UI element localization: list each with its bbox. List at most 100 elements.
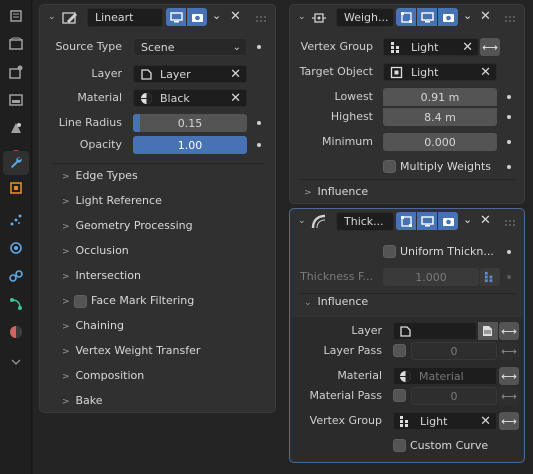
- section-chaining[interactable]: > Chaining: [62, 319, 124, 332]
- clear-vertex-group-close-icon[interactable]: ✕: [462, 40, 478, 55]
- render-toggle[interactable]: [438, 212, 458, 230]
- thickness-header[interactable]: ⌄ Thick... ⌄ ✕: [290, 209, 524, 235]
- invert-arrows-icon: ⟷: [482, 40, 498, 54]
- line-radius-slider[interactable]: 0.15: [133, 114, 247, 132]
- output-tab[interactable]: [3, 60, 29, 84]
- section-composition[interactable]: > Composition: [62, 369, 144, 382]
- edit-mode-toggle[interactable]: [396, 8, 416, 26]
- minimum-field[interactable]: 0.000: [383, 133, 497, 151]
- clear-material-close-icon[interactable]: ✕: [230, 91, 246, 106]
- realtime-toggle[interactable]: [417, 8, 437, 26]
- influence-layer-field[interactable]: [393, 322, 477, 340]
- invert-layer-pass-toggle[interactable]: ⟷: [499, 342, 519, 360]
- section-edge-types[interactable]: > Edge Types: [62, 169, 138, 182]
- animate-property-dot[interactable]: [257, 121, 261, 125]
- animate-property-dot[interactable]: [257, 143, 261, 147]
- section-face-mark-filtering[interactable]: >: [62, 294, 72, 307]
- uniform-thickness-checkbox[interactable]: [383, 245, 396, 258]
- view-layer-tab[interactable]: [3, 88, 29, 112]
- opacity-slider[interactable]: 1.00: [133, 136, 247, 154]
- object-tab[interactable]: [3, 176, 29, 200]
- clear-vertex-group-close-icon[interactable]: ✕: [480, 414, 496, 429]
- animate-property-dot[interactable]: [507, 250, 511, 254]
- animate-property-dot[interactable]: [507, 275, 511, 279]
- scene-tab[interactable]: [3, 116, 29, 140]
- animate-property-dot[interactable]: [507, 95, 511, 99]
- thickness-factor-driver-toggle[interactable]: [480, 268, 500, 286]
- invert-layer-toggle[interactable]: ⟷: [499, 322, 519, 340]
- section-intersection[interactable]: > Intersection: [62, 269, 141, 282]
- layer-pass-checkbox[interactable]: [393, 344, 406, 357]
- edit-mode-toggle[interactable]: [396, 212, 416, 230]
- clear-target-close-icon[interactable]: ✕: [480, 65, 496, 80]
- modifier-menu-chevron-icon[interactable]: ⌄: [463, 9, 472, 22]
- vertex-group-icon: [391, 41, 399, 53]
- realtime-toggle[interactable]: [417, 212, 437, 230]
- vertex-group-field[interactable]: Light ✕: [383, 38, 479, 56]
- thickness-factor-field[interactable]: 1.000: [383, 268, 479, 286]
- invert-vertex-group-toggle[interactable]: ⟷: [499, 412, 519, 430]
- remove-modifier-close-icon[interactable]: ✕: [230, 9, 241, 24]
- material-tab[interactable]: [3, 320, 29, 344]
- multiply-weights-checkbox[interactable]: [383, 160, 396, 173]
- layer-pass-field[interactable]: 0: [411, 342, 497, 360]
- target-object-field[interactable]: Light ✕: [383, 63, 497, 81]
- lineart-header[interactable]: ⌄ Lineart ⌄ ✕: [40, 5, 275, 31]
- custom-curve-checkbox[interactable]: [393, 439, 406, 452]
- invert-material-toggle[interactable]: ⟷: [499, 367, 519, 385]
- chevron-right-icon: >: [62, 197, 70, 207]
- invert-material-pass-toggle[interactable]: ⟷: [499, 387, 519, 405]
- source-type-dropdown[interactable]: Scene ⌄: [133, 38, 247, 56]
- particles-tab[interactable]: [3, 208, 29, 232]
- invert-vertex-group-toggle[interactable]: ⟷: [480, 38, 500, 56]
- section-vertex-weight-transfer[interactable]: > Vertex Weight Transfer: [62, 344, 200, 357]
- section-light-reference[interactable]: > Light Reference: [62, 194, 162, 207]
- more-tabs[interactable]: [3, 350, 29, 374]
- render-tab[interactable]: [3, 32, 29, 56]
- animate-property-dot[interactable]: [507, 140, 511, 144]
- animate-property-dot[interactable]: [507, 165, 511, 169]
- drag-handle-icon[interactable]: [504, 15, 516, 23]
- physics-tab[interactable]: [3, 236, 29, 260]
- weight-header[interactable]: ⌄ Weigh... ⌄ ✕: [290, 5, 524, 31]
- influence-vertex-group-field[interactable]: Light ✕: [393, 412, 497, 430]
- drag-handle-icon[interactable]: [255, 15, 267, 23]
- invert-arrows-icon: ⟷: [501, 414, 517, 428]
- section-influence[interactable]: ⌄ Influence: [304, 295, 368, 308]
- animate-property-dot[interactable]: [507, 115, 511, 119]
- render-toggle[interactable]: [438, 8, 458, 26]
- animate-property-dot[interactable]: [257, 45, 261, 49]
- section-occlusion[interactable]: > Occlusion: [62, 244, 129, 257]
- remove-modifier-close-icon[interactable]: ✕: [480, 213, 491, 228]
- material-field[interactable]: Black ✕: [133, 89, 247, 107]
- layer-filter-toggle[interactable]: [478, 322, 498, 340]
- material-pass-checkbox[interactable]: [393, 389, 406, 402]
- face-mark-filtering-checkbox[interactable]: [74, 295, 87, 308]
- influence-material-field[interactable]: Material: [393, 367, 497, 385]
- collapse-chevron-icon[interactable]: ⌄: [298, 216, 306, 226]
- material-pass-field[interactable]: 0: [411, 387, 497, 405]
- section-influence[interactable]: > Influence: [304, 185, 368, 198]
- modifier-tab[interactable]: [3, 151, 29, 175]
- tool-tab[interactable]: [3, 4, 29, 28]
- modifier-name-input[interactable]: Thick...: [336, 212, 394, 231]
- remove-modifier-close-icon[interactable]: ✕: [480, 9, 491, 24]
- realtime-toggle[interactable]: [166, 8, 186, 26]
- data-tab[interactable]: [3, 292, 29, 316]
- render-toggle[interactable]: [187, 8, 207, 26]
- modifier-menu-chevron-icon[interactable]: ⌄: [463, 213, 472, 226]
- constraints-tab[interactable]: [3, 264, 29, 288]
- modifier-name-input[interactable]: Lineart: [87, 8, 163, 27]
- collapse-chevron-icon[interactable]: ⌄: [298, 12, 306, 22]
- collapse-chevron-icon[interactable]: ⌄: [48, 12, 56, 22]
- drag-handle-icon[interactable]: [504, 219, 516, 227]
- modifier-menu-chevron-icon[interactable]: ⌄: [212, 9, 221, 22]
- section-bake[interactable]: > Bake: [62, 394, 103, 407]
- modifier-name-input[interactable]: Weigh...: [336, 8, 394, 27]
- layer-field[interactable]: Layer ✕: [133, 65, 247, 83]
- highest-field[interactable]: 8.4 m: [383, 108, 497, 126]
- render-icon: [9, 37, 23, 50]
- section-geometry-processing[interactable]: > Geometry Processing: [62, 219, 193, 232]
- clear-layer-close-icon[interactable]: ✕: [230, 67, 246, 82]
- lowest-field[interactable]: 0.91 m: [383, 88, 497, 106]
